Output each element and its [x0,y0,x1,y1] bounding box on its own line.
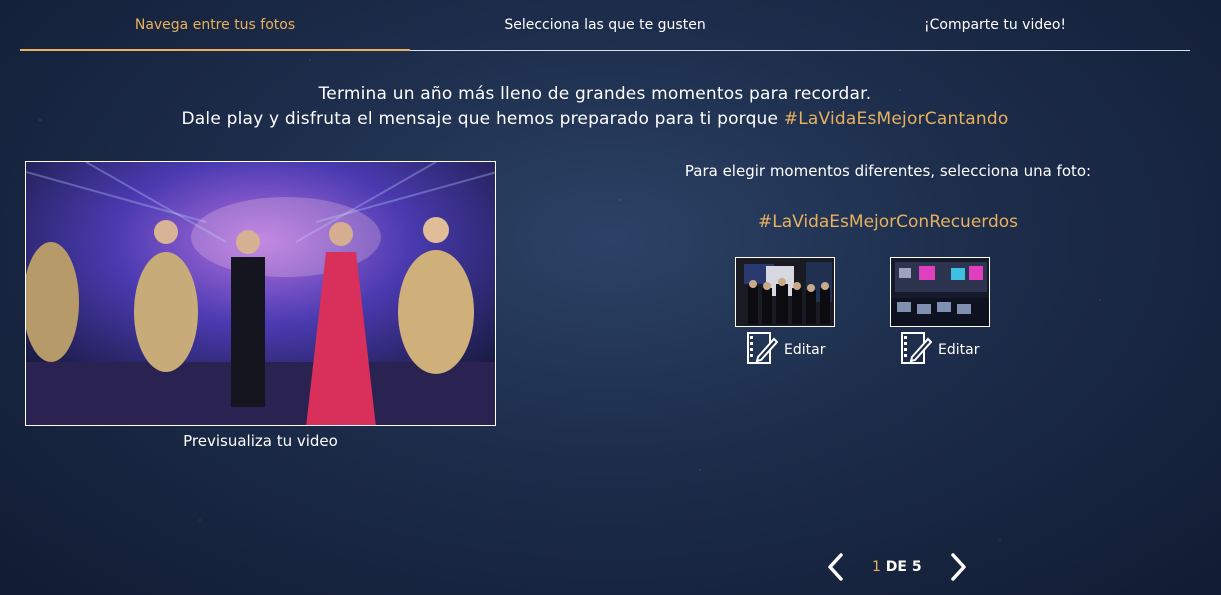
video-preview-image [26,162,495,425]
intro-line-1: Termina un año más lleno de grandes mome… [318,84,872,104]
step-comparte[interactable]: ¡Comparte tu video! [800,0,1190,50]
steps-nav: Navega entre tus fotos Selecciona las qu… [20,0,1190,51]
edit-label: Editar [938,342,980,358]
page-current: 1 [872,559,881,575]
preview-caption: Previsualiza tu video [183,432,338,450]
photo-thumbnail-2-image [891,258,989,326]
edit-button-1[interactable]: Editar [746,331,825,369]
page-total: DE 5 [885,559,922,575]
intro-text: Termina un año más lleno de grandes mome… [0,82,1190,132]
page-indicator: 1 DE 5 [858,559,936,575]
intro-hashtag: #LaVidaEsMejorCantando [783,109,1009,129]
intro-line-2-text: Dale play y disfruta el mensaje que hemo… [181,109,779,129]
photo-thumbnail-1-image [736,258,834,326]
photo-thumbnail-1[interactable] [735,257,835,327]
edit-label: Editar [784,342,826,358]
video-preview[interactable] [25,161,496,426]
edit-button-2[interactable]: Editar [900,331,979,369]
edit-film-icon [746,331,779,369]
picker-label: Para elegir momentos diferentes, selecci… [684,162,1092,180]
pagination: 1 DE 5 [822,552,972,582]
edit-film-icon [900,331,933,369]
photo-thumbnail-2[interactable] [890,257,990,327]
intro-line-2: Dale play y disfruta el mensaje que hemo… [0,107,1190,132]
step-navega[interactable]: Navega entre tus fotos [20,0,410,51]
step-selecciona[interactable]: Selecciona las que te gusten [410,0,800,50]
picker-hashtag: #LaVidaEsMejorConRecuerdos [757,212,1019,232]
chevron-right-icon[interactable] [946,552,972,582]
chevron-left-icon[interactable] [822,552,848,582]
